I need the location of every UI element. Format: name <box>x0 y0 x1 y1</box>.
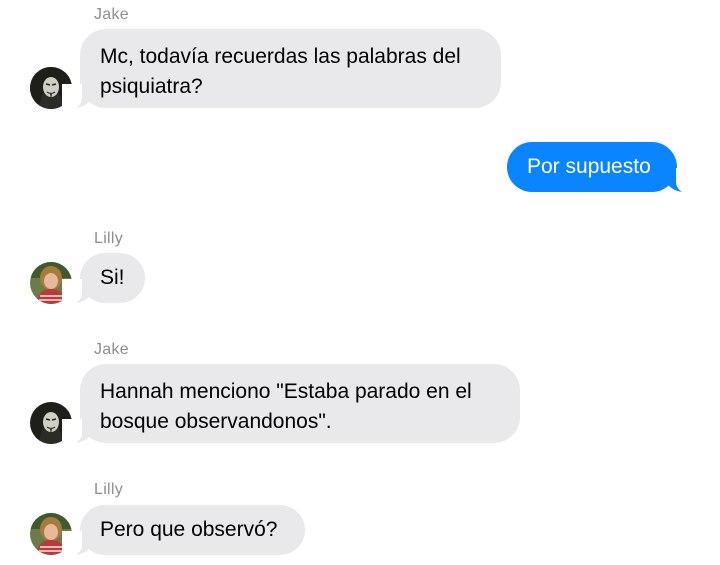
bubble-tail <box>62 531 92 557</box>
message-text: Pero que observó? <box>100 518 278 541</box>
bubble-tail <box>62 279 92 305</box>
bubble-tail <box>62 419 92 445</box>
bubble-tail <box>666 168 696 194</box>
message-text: Mc, todavía recuerdas las palabras del p… <box>100 45 461 98</box>
message-text: Por supuesto <box>527 155 651 178</box>
message-text: Si! <box>100 266 125 289</box>
message-text: Hannah menciono "Estaba parado en el bos… <box>100 380 472 433</box>
sender-name-jake: Jake <box>94 341 129 358</box>
bubble-tail <box>62 84 92 110</box>
sender-name-jake: Jake <box>94 6 129 23</box>
message-bubble[interactable]: Mc, todavía recuerdas las palabras del p… <box>80 29 501 108</box>
message-bubble[interactable]: Hannah menciono "Estaba parado en el bos… <box>80 364 520 443</box>
sender-name-lilly: Lilly <box>94 230 124 247</box>
message-bubble[interactable]: Pero que observó? <box>80 505 305 555</box>
sender-name-lilly: Lilly <box>94 481 124 498</box>
outgoing-message-bubble[interactable]: Por supuesto <box>507 142 677 192</box>
